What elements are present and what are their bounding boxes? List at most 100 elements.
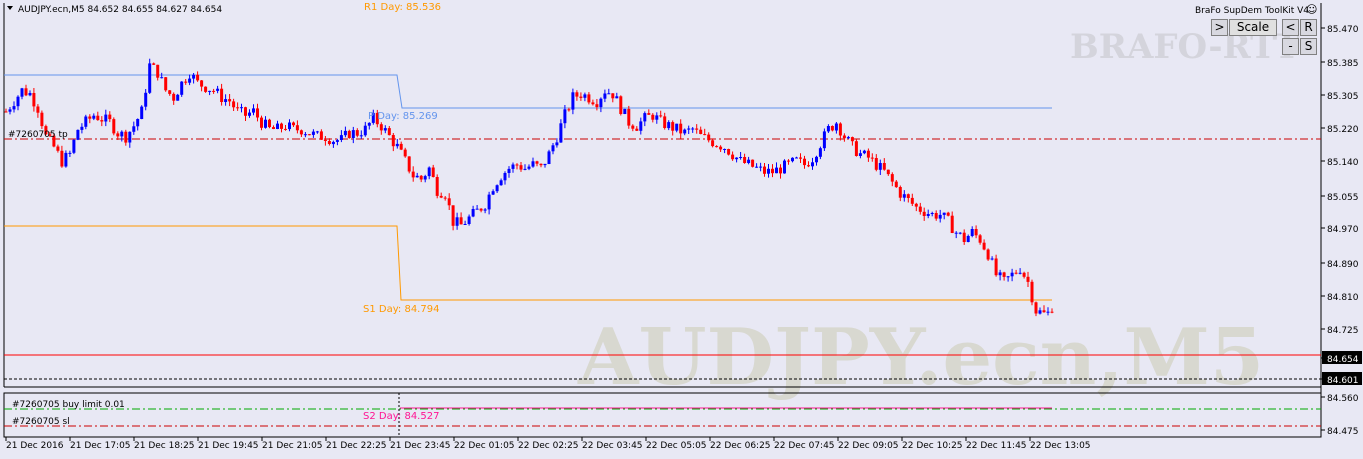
bear-candle xyxy=(751,159,755,167)
bear-candle xyxy=(164,77,168,91)
bear-candle xyxy=(112,119,116,134)
bull-candle xyxy=(759,166,763,168)
toolkit-r-button[interactable]: R xyxy=(1300,19,1317,36)
bear-candle xyxy=(679,123,683,134)
bull-candle xyxy=(1006,276,1010,278)
time-axis-label: 22 Dec 09:05 xyxy=(838,441,899,451)
bull-candle xyxy=(822,131,826,149)
bear-candle xyxy=(763,166,766,174)
bear-candle xyxy=(946,212,950,216)
bear-candle xyxy=(1014,272,1018,274)
toolkit-prev-button[interactable]: < xyxy=(1282,19,1299,36)
price-axis-label: 84.475 xyxy=(1327,427,1359,437)
bear-candle xyxy=(850,137,854,142)
time-axis-label: 21 Dec 18:25 xyxy=(134,441,195,451)
bull-candle xyxy=(739,157,743,158)
bull-candle xyxy=(858,153,862,156)
bull-candle xyxy=(216,88,220,91)
bear-candle xyxy=(100,120,104,122)
bull-candle xyxy=(395,143,399,147)
bull-candle xyxy=(8,109,12,112)
bear-candle xyxy=(407,156,411,172)
bear-candle xyxy=(866,150,870,158)
price-axis-label: 85.470 xyxy=(1327,25,1359,35)
bear-candle xyxy=(535,161,539,164)
bull-candle xyxy=(427,167,431,177)
bear-candle xyxy=(184,81,188,83)
bear-candle xyxy=(260,117,263,128)
toolkit-next-button[interactable]: > xyxy=(1211,19,1228,36)
toolkit-minus-button[interactable]: - xyxy=(1282,38,1299,55)
bull-candle xyxy=(12,106,16,110)
time-axis-label: 22 Dec 11:45 xyxy=(966,441,1027,451)
bull-candle xyxy=(503,173,507,181)
bull-candle xyxy=(499,180,503,186)
bull-candle xyxy=(543,163,547,166)
bear-candle xyxy=(40,112,44,127)
bear-candle xyxy=(894,181,898,188)
bear-candle xyxy=(647,113,651,115)
bear-candle xyxy=(882,163,886,170)
bull-candle xyxy=(487,194,491,210)
bear-candle xyxy=(886,169,890,175)
bear-candle xyxy=(419,175,423,180)
bear-candle xyxy=(379,124,383,131)
bear-candle xyxy=(391,135,395,147)
bear-candle xyxy=(36,106,40,113)
bull-candle xyxy=(80,126,84,130)
bull-candle xyxy=(966,236,970,242)
bear-candle xyxy=(671,122,675,131)
bear-candle xyxy=(1034,302,1038,314)
bear-candle xyxy=(567,109,571,111)
bull-candle xyxy=(491,191,495,195)
bear-candle xyxy=(1002,272,1006,277)
bear-candle xyxy=(256,108,259,118)
toolkit-scale-button[interactable]: Scale xyxy=(1229,19,1277,36)
bull-candle xyxy=(531,161,535,167)
price-axis-label: 84.725 xyxy=(1327,326,1359,336)
bull-candle xyxy=(623,108,627,114)
bear-candle xyxy=(519,165,523,170)
bear-candle xyxy=(299,130,303,135)
bull-candle xyxy=(862,150,866,154)
bear-candle xyxy=(731,154,735,160)
time-axis-label: 21 Dec 21:05 xyxy=(262,441,323,451)
time-axis-label: 22 Dec 01:05 xyxy=(454,441,515,451)
bear-candle xyxy=(96,115,100,121)
tp-order-label: #7260705 tp xyxy=(8,130,68,140)
bull-candle xyxy=(367,122,371,126)
bull-candle xyxy=(335,140,339,142)
bear-candle xyxy=(88,116,92,119)
bull-candle xyxy=(954,232,958,234)
bear-candle xyxy=(771,168,774,174)
s2-day-label: S2 Day: 84.527 xyxy=(363,411,439,422)
time-axis-label: 22 Dec 02:25 xyxy=(518,441,579,451)
bull-candle xyxy=(687,128,691,130)
bear-candle xyxy=(196,74,200,81)
bear-candle xyxy=(579,96,583,98)
chart-canvas[interactable]: BRAFO-RTT AUDJPY.ecn,M5 R1 Day: 85.536 P… xyxy=(0,0,1363,455)
watermark-symbol: AUDJPY.ecn,M5 xyxy=(577,312,1264,403)
bull-candle xyxy=(818,148,822,157)
bull-candle xyxy=(475,208,479,210)
bull-candle xyxy=(303,134,307,136)
chart-window[interactable]: BRAFO-RTT AUDJPY.ecn,M5 R1 Day: 85.536 P… xyxy=(0,0,1363,455)
bear-candle xyxy=(295,125,299,131)
bull-candle xyxy=(188,78,192,83)
bull-candle xyxy=(970,229,974,236)
bear-candle xyxy=(1022,272,1026,277)
bull-candle xyxy=(132,126,136,132)
bear-candle xyxy=(659,115,663,117)
toolkit-s-button[interactable]: S xyxy=(1300,38,1317,55)
price-axis-label: 84.890 xyxy=(1327,260,1359,270)
bear-candle xyxy=(994,258,998,276)
bull-candle xyxy=(551,145,555,152)
bull-candle xyxy=(467,216,471,224)
bull-candle xyxy=(599,98,603,108)
bull-candle xyxy=(555,142,559,146)
bull-candle xyxy=(208,90,212,92)
bear-candle xyxy=(934,213,938,219)
bear-candle xyxy=(539,163,543,166)
bull-candle xyxy=(547,151,551,164)
bear-candle xyxy=(479,208,483,211)
